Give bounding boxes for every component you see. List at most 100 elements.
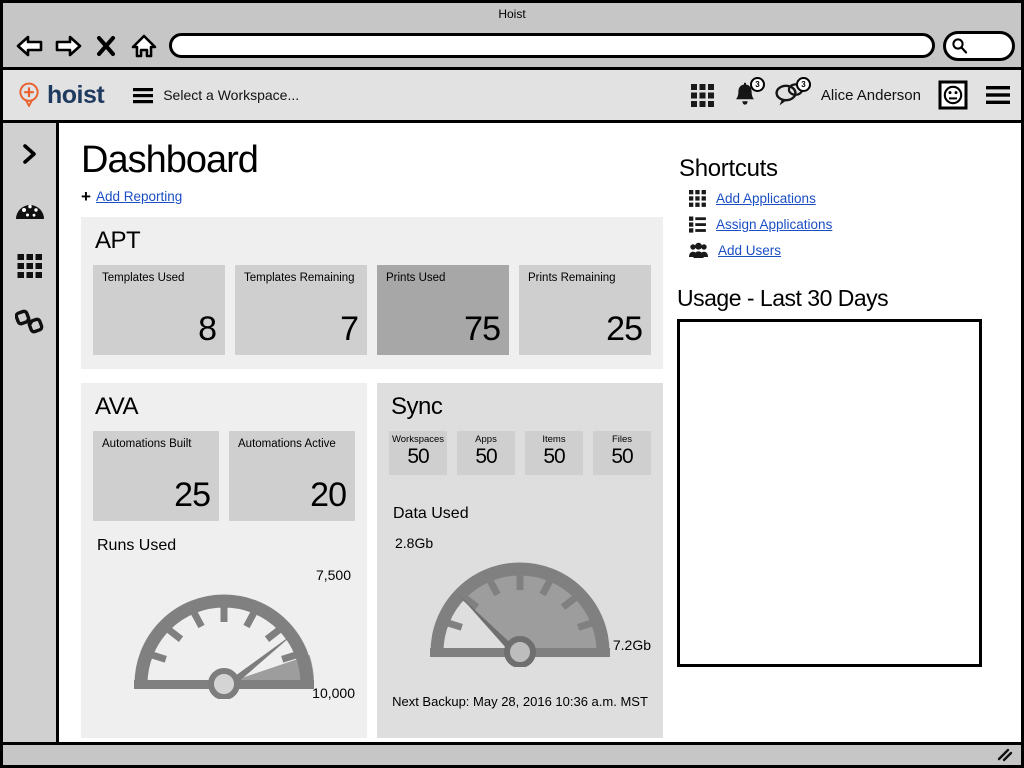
metric-value: 75 xyxy=(464,310,501,348)
metric-value: 25 xyxy=(174,476,211,514)
panel-ava-title: AVA xyxy=(95,393,138,420)
hamburger-icon xyxy=(133,87,154,103)
window-titlebar: Hoist xyxy=(3,3,1021,24)
window-statusbar xyxy=(3,742,1021,765)
next-backup-note: Next Backup: May 28, 2016 10:36 a.m. MST xyxy=(392,694,648,709)
metric-label: Files xyxy=(611,434,633,445)
search-icon xyxy=(952,38,968,54)
runs-used-gauge: 7,500 10,000 xyxy=(93,559,355,724)
forward-arrow-icon[interactable] xyxy=(49,30,87,62)
metric-label: Automations Built xyxy=(102,438,192,450)
url-input[interactable] xyxy=(169,33,935,58)
main-menu-icon[interactable] xyxy=(985,85,1011,105)
browser-window: Hoist hoist Select a Workspace... 3 3 Al… xyxy=(0,0,1024,768)
ava-gauge-min-label: 10,000 xyxy=(312,685,355,701)
metric-tile[interactable]: Files 50 xyxy=(593,431,651,475)
app-body: Dashboard + Add Reporting APT Templates … xyxy=(3,123,1021,742)
metric-value: 50 xyxy=(611,445,633,468)
window-title: Hoist xyxy=(498,6,526,21)
gauge-icon xyxy=(15,204,44,219)
metric-label: Templates Used xyxy=(102,272,185,284)
add-reporting-link[interactable]: + Add Reporting xyxy=(81,188,182,205)
metric-value: 50 xyxy=(475,445,497,468)
metric-tile[interactable]: Prints Remaining 25 xyxy=(519,265,651,355)
plus-icon: + xyxy=(81,187,91,206)
panel-ava: AVA Automations Built 25 Automations Act… xyxy=(81,383,367,738)
shortcuts-title: Shortcuts xyxy=(679,155,778,182)
resize-grip-icon[interactable] xyxy=(994,747,1014,763)
sidebar-item-dashboard[interactable] xyxy=(12,195,48,225)
panel-apt: APT Templates Used 8 Templates Remaining… xyxy=(81,217,663,369)
shortcut-label: Assign Applications xyxy=(716,217,833,232)
grid-icon xyxy=(17,254,42,278)
metric-tile[interactable]: Apps 50 xyxy=(457,431,515,475)
shortcut-add-applications[interactable]: Add Applications xyxy=(689,190,816,207)
chevron-right-icon xyxy=(22,144,36,164)
page-title: Dashboard xyxy=(81,139,259,181)
sync-tile-row: Workspaces 50 Apps 50 Items 50 Files 50 xyxy=(389,431,651,475)
metric-tile[interactable]: Workspaces 50 xyxy=(389,431,447,475)
metric-tile[interactable]: Items 50 xyxy=(525,431,583,475)
app-viewport: hoist Select a Workspace... 3 3 Alice An… xyxy=(3,70,1021,742)
user-name: Alice Anderson xyxy=(820,86,921,104)
apps-grid-icon[interactable] xyxy=(690,83,715,108)
usage-title: Usage - Last 30 Days xyxy=(677,285,889,311)
panel-sync-title: Sync xyxy=(391,393,443,420)
app-header: hoist Select a Workspace... 3 3 Alice An… xyxy=(3,70,1021,123)
brand-logo[interactable]: hoist xyxy=(17,80,105,110)
sidebar-item-applications[interactable] xyxy=(12,251,48,281)
messages-badge: 3 xyxy=(795,77,811,92)
panel-sync: Sync Workspaces 50 Apps 50 Items 50 File… xyxy=(377,383,663,738)
sync-gauge-heading: Data Used xyxy=(393,505,469,522)
left-rail xyxy=(3,123,59,742)
ava-tile-row: Automations Built 25 Automations Active … xyxy=(93,431,355,521)
metric-label: Automations Active xyxy=(238,438,336,450)
metric-label: Prints Remaining xyxy=(528,272,616,284)
sidebar-item-integrations[interactable] xyxy=(12,307,48,337)
brand-name: hoist xyxy=(47,80,105,109)
dashboard-main-column: Dashboard + Add Reporting APT Templates … xyxy=(81,139,677,742)
workspace-selector[interactable]: Select a Workspace... xyxy=(132,87,299,104)
shortcut-label: Add Users xyxy=(718,243,782,258)
metric-tile[interactable]: Automations Built 25 xyxy=(93,431,219,521)
hoist-pin-plus-icon xyxy=(19,82,39,107)
ava-gauge-heading: Runs Used xyxy=(97,537,177,554)
data-used-gauge: 2.8Gb 7.2Gb xyxy=(389,527,651,692)
metric-label: Templates Remaining xyxy=(244,272,355,284)
apt-tile-row: Templates Used 8 Templates Remaining 7 P… xyxy=(93,265,651,355)
metric-label: Workspaces xyxy=(391,434,445,445)
workspace-label: Select a Workspace... xyxy=(163,87,300,103)
panel-apt-title: APT xyxy=(95,227,141,254)
metric-label: Prints Used xyxy=(386,272,446,284)
sync-gauge-left-label: 2.8Gb xyxy=(395,535,434,551)
avatar-face-icon[interactable] xyxy=(938,80,968,110)
metric-tile[interactable]: Templates Used 8 xyxy=(93,265,225,355)
stop-x-icon[interactable] xyxy=(87,30,125,62)
shortcut-assign-applications[interactable]: Assign Applications xyxy=(689,216,832,233)
metric-value: 50 xyxy=(543,445,565,468)
metric-value: 7 xyxy=(340,310,359,348)
sidebar-item-expand[interactable] xyxy=(12,139,48,169)
metric-tile[interactable]: Automations Active 20 xyxy=(229,431,355,521)
metric-value: 8 xyxy=(198,310,217,348)
shortcut-add-users[interactable]: Add Users xyxy=(689,242,781,259)
link-chain-icon xyxy=(14,309,43,334)
metric-label: Items xyxy=(542,434,566,445)
metric-tile-highlighted[interactable]: Prints Used 75 xyxy=(377,265,509,355)
back-arrow-icon[interactable] xyxy=(11,30,49,62)
messages-chat-icon[interactable]: 3 xyxy=(775,77,811,108)
notifications-badge: 3 xyxy=(749,76,765,92)
shortcut-label: Add Applications xyxy=(716,191,816,206)
header-actions: 3 3 Alice Anderson xyxy=(690,76,1011,110)
home-icon[interactable] xyxy=(125,30,163,62)
browser-toolbar xyxy=(3,24,1021,70)
notifications-bell-icon[interactable]: 3 xyxy=(732,76,765,109)
browser-search-field[interactable] xyxy=(943,30,1015,61)
usage-chart-placeholder[interactable] xyxy=(677,319,982,667)
add-reporting-label: Add Reporting xyxy=(95,189,183,204)
metric-value: 20 xyxy=(310,476,347,514)
metric-tile[interactable]: Templates Remaining 7 xyxy=(235,265,367,355)
users-icon xyxy=(689,242,708,258)
metric-value: 50 xyxy=(407,445,429,468)
list-icon xyxy=(689,216,706,233)
